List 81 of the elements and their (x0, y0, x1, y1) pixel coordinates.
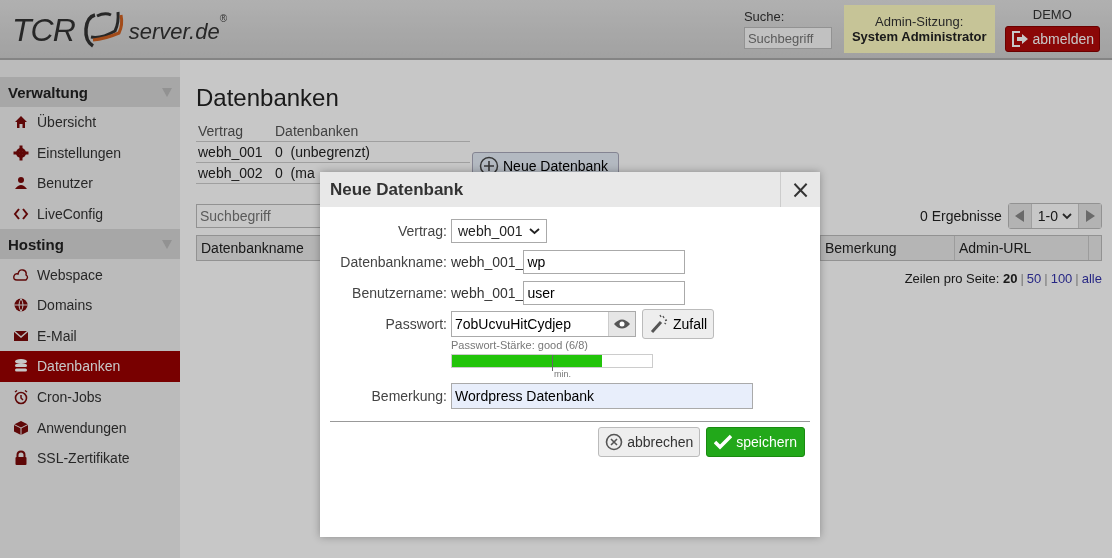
table-cell: 0 (275, 144, 283, 160)
sidebar-item[interactable]: Anwendungen (0, 412, 180, 443)
close-button[interactable]: × (780, 172, 820, 207)
column-header: Vertrag (196, 122, 273, 142)
session-label: Admin-Sitzung: (875, 14, 964, 29)
menu-icon (13, 114, 29, 131)
sidebar-item[interactable]: Domains (0, 289, 180, 321)
logo-text: server.de (128, 19, 220, 45)
search-label: Suche: (743, 9, 786, 24)
sidebar-item[interactable]: E-Mail (0, 320, 180, 352)
caret-icon (1062, 212, 1072, 220)
column-header[interactable]: Bemerkung (821, 236, 955, 260)
right-triangle-icon (1085, 210, 1095, 222)
menu-icon (13, 297, 29, 314)
strength-label: Passwort-Stärke: good (6/8) (451, 339, 589, 351)
separator: | (1044, 271, 1048, 286)
logout-icon (1010, 29, 1029, 48)
random-button[interactable]: Zufall (642, 308, 715, 339)
logo-text: TCR (12, 12, 75, 49)
rows-per-page-link[interactable]: 100 (1050, 271, 1073, 286)
field-label: Passwort: (384, 315, 448, 332)
magic-wand-icon (649, 313, 669, 334)
search-field[interactable]: Suchbegriff (743, 27, 832, 49)
table-cell: (unbegrenzt) (290, 144, 370, 160)
caret-icon (528, 226, 540, 235)
menu-icon (13, 419, 29, 436)
eye-icon (613, 317, 631, 330)
menu-icon (13, 175, 29, 192)
page-select[interactable]: 1-0 (1030, 204, 1079, 228)
input-field[interactable]: wp (523, 249, 686, 274)
results-count: 0 Ergebnisse (920, 208, 1002, 224)
cancel-icon (605, 433, 624, 451)
table-cell: webh_002 (196, 162, 273, 184)
name-prefix: webh_001_ (451, 284, 524, 301)
menu-icon (13, 144, 29, 161)
page-title: Datenbanken (196, 84, 340, 112)
separator: | (1075, 271, 1079, 286)
sidebar-item[interactable]: Cron-Jobs (0, 381, 180, 413)
field-label: Vertrag: (396, 222, 448, 239)
separator: | (1020, 271, 1024, 286)
sidebar-section-header[interactable]: Hosting (0, 229, 180, 260)
rows-per-page-link[interactable]: alle (1081, 271, 1102, 286)
password-field[interactable]: 7obUcvuHitCydjep (451, 310, 636, 337)
minimum-label: min. (554, 369, 571, 379)
name-prefix: webh_001_ (451, 253, 524, 270)
menu-icon (13, 266, 29, 283)
cancel-button[interactable]: abbrechen (598, 427, 701, 457)
mode-label: DEMO (1032, 6, 1072, 22)
field-label: Datenbankname: (339, 253, 448, 270)
sidebar-item[interactable]: Benutzer (0, 168, 180, 199)
sidebar-item[interactable]: Übersicht (0, 107, 180, 138)
rows-per-page-link[interactable]: 50 (1026, 271, 1042, 286)
previous-page-button[interactable] (1008, 204, 1031, 228)
registered-mark: ® (219, 13, 228, 24)
menu-icon (13, 358, 29, 375)
session-user: System Administrator (851, 29, 987, 44)
sidebar-item[interactable]: LiveConfig (0, 198, 180, 230)
next-page-button[interactable] (1079, 204, 1101, 228)
table-cell: webh_001 (196, 141, 273, 163)
field-label: Bemerkung: (370, 387, 448, 404)
checkmark-icon (714, 434, 733, 450)
menu-icon (13, 450, 29, 467)
left-triangle-icon (1014, 210, 1025, 222)
logout-button[interactable]: abmelden (1004, 25, 1100, 52)
input-field[interactable]: Wordpress Datenbank (451, 382, 753, 409)
sidebar-section-header[interactable]: Verwaltung (0, 77, 180, 107)
sidebar-item[interactable]: SSL-Zertifikate (0, 442, 180, 474)
menu-icon (13, 389, 29, 406)
column-header: Datenbanken (273, 122, 470, 142)
table-cell: (ma (290, 165, 315, 181)
sidebar-item[interactable]: Webspace (0, 259, 180, 290)
input-field[interactable]: user (523, 280, 686, 305)
contract-select[interactable]: webh_001 (451, 218, 547, 243)
field-label: Benutzername: (351, 284, 448, 301)
sidebar-item[interactable]: Einstellungen (0, 137, 180, 169)
table-cell: 0 (275, 165, 283, 181)
column-header[interactable]: Admin-URL (955, 236, 1089, 260)
rows-per-page-link[interactable]: 20 (1002, 271, 1018, 286)
dialog-title: Neue Datenbank (329, 179, 464, 200)
rows-per-page-label: Zeilen pro Seite: (904, 271, 1001, 286)
sidebar-item[interactable]: Datenbanken (0, 351, 180, 382)
